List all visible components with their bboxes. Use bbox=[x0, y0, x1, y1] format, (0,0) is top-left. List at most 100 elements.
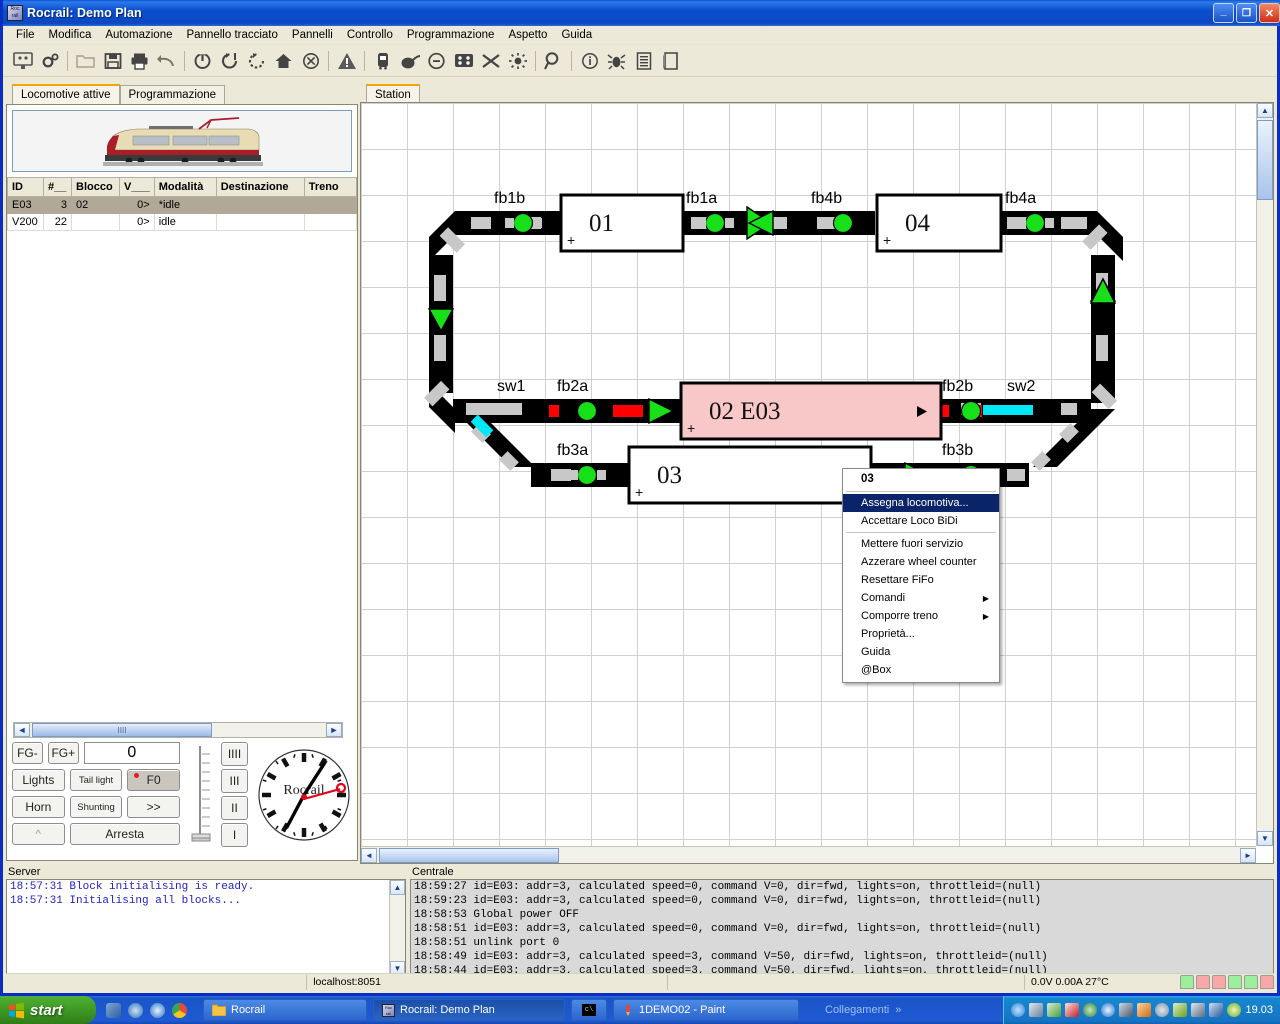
menu-controllo[interactable]: Controllo bbox=[340, 27, 400, 43]
light-bulb-icon[interactable] bbox=[504, 48, 531, 74]
ctx-resettare-fifo[interactable]: Resettare FiFo bbox=[843, 571, 999, 589]
speed-slider[interactable] bbox=[188, 742, 213, 850]
print-icon[interactable] bbox=[126, 48, 153, 74]
antivirus-icon[interactable] bbox=[1065, 1003, 1080, 1017]
ctx-at-box[interactable]: @Box bbox=[843, 661, 999, 679]
up-button[interactable]: ^ bbox=[12, 823, 65, 845]
gears-icon[interactable] bbox=[36, 48, 63, 74]
table-row[interactable]: V200 22 0> idle bbox=[7, 213, 358, 231]
shunting-button[interactable]: Shunting bbox=[69, 796, 123, 818]
media-player-icon[interactable] bbox=[106, 1002, 121, 1018]
tab-station[interactable]: Station bbox=[366, 84, 420, 104]
windows-media-icon[interactable] bbox=[128, 1002, 143, 1018]
hscroll-thumb[interactable] bbox=[379, 847, 559, 863]
tail-light-button[interactable]: Tail light bbox=[69, 769, 123, 791]
menu-pannello-tracciato[interactable]: Pannello tracciato bbox=[179, 27, 284, 43]
open-folder-icon[interactable] bbox=[72, 48, 99, 74]
blocks-icon[interactable] bbox=[450, 48, 477, 74]
pen-icon[interactable] bbox=[1173, 1003, 1188, 1017]
ctx-comandi[interactable]: Comandi ▶ bbox=[843, 589, 999, 607]
save-icon[interactable] bbox=[99, 48, 126, 74]
speed-display[interactable]: 0 bbox=[83, 742, 180, 764]
lights-button[interactable]: Lights bbox=[12, 769, 65, 791]
volume-icon[interactable] bbox=[1137, 1003, 1152, 1017]
ctx-assegna-locomotiva[interactable]: Assegna locomotiva... bbox=[843, 494, 999, 512]
minimize-button[interactable]: _ bbox=[1213, 3, 1234, 23]
ctx-guida[interactable]: Guida bbox=[843, 643, 999, 661]
monitor-icon[interactable] bbox=[1209, 1003, 1224, 1017]
tool-icon[interactable] bbox=[1029, 1003, 1044, 1017]
loop-run-icon[interactable] bbox=[216, 48, 243, 74]
internet-explorer-icon[interactable] bbox=[150, 1002, 165, 1018]
speed-step-1[interactable]: I bbox=[221, 823, 248, 847]
table-row[interactable]: E03 3 02 0> *idle bbox=[7, 196, 358, 214]
scroll-right-icon[interactable]: ► bbox=[1240, 847, 1256, 863]
menu-file[interactable]: File bbox=[9, 27, 42, 43]
scroll-up-icon[interactable]: ▲ bbox=[1257, 103, 1273, 118]
list-icon[interactable] bbox=[630, 48, 657, 74]
ctx-comporre-treno[interactable]: Comporre treno ▶ bbox=[843, 607, 999, 625]
menu-aspetto[interactable]: Aspetto bbox=[501, 27, 554, 43]
fg-minus-button[interactable]: FG- bbox=[12, 742, 43, 764]
speed-dial-icon[interactable] bbox=[423, 48, 450, 74]
col-v[interactable]: V___ bbox=[119, 177, 155, 197]
scroll-up-icon[interactable]: ▲ bbox=[390, 880, 405, 895]
ctx-mettere-fuori-servizio[interactable]: Mettere fuori servizio bbox=[843, 535, 999, 553]
train-icon[interactable] bbox=[369, 48, 396, 74]
start-button[interactable]: start bbox=[0, 996, 96, 1024]
col-treno[interactable]: Treno bbox=[303, 177, 358, 197]
magnifier-icon[interactable] bbox=[1011, 1003, 1026, 1017]
ctx-accettare-loco-bidi[interactable]: Accettare Loco BiDi bbox=[843, 512, 999, 530]
loop-stop-icon[interactable] bbox=[243, 48, 270, 74]
cancel-icon[interactable] bbox=[297, 48, 324, 74]
power-icon[interactable] bbox=[189, 48, 216, 74]
links-toolbar[interactable]: Collegamenti » bbox=[825, 1004, 901, 1016]
ctx-proprieta[interactable]: Proprietà... bbox=[843, 625, 999, 643]
direction-forward-button[interactable]: >> bbox=[127, 796, 181, 818]
undo-icon[interactable] bbox=[153, 48, 180, 74]
warning-icon[interactable] bbox=[333, 48, 360, 74]
taskbar-item-rocrail-demo-plan[interactable]: Roc rail Rocrail: Demo Plan bbox=[373, 999, 565, 1021]
sync-icon[interactable] bbox=[1101, 1003, 1116, 1017]
central-log-area[interactable]: 18:59:27 id=E03: addr=3, calculated spee… bbox=[410, 879, 1274, 977]
disc-icon[interactable] bbox=[1155, 1003, 1170, 1017]
col-destinazione[interactable]: Destinazione bbox=[215, 177, 305, 197]
shuffle-icon[interactable] bbox=[477, 48, 504, 74]
taskbar-item-paint[interactable]: 1DEMO02 - Paint bbox=[613, 999, 799, 1021]
clock[interactable]: 19.03 bbox=[1245, 1004, 1273, 1016]
mouse-icon[interactable] bbox=[396, 48, 423, 74]
server-log-scrollbar[interactable]: ▲ ▼ bbox=[389, 880, 405, 976]
menu-modifica[interactable]: Modifica bbox=[42, 27, 99, 43]
magnifier-icon[interactable] bbox=[540, 48, 567, 74]
f0-button[interactable]: F0 bbox=[127, 769, 181, 791]
chrome-icon[interactable] bbox=[172, 1002, 187, 1018]
track-plan-canvas[interactable]: 01 + 04 + 02 E03 + 03 + fb1b fb1a fb4b f… bbox=[361, 103, 1256, 846]
net-icon[interactable] bbox=[1083, 1003, 1098, 1017]
taskbar-item-console[interactable]: c\ bbox=[571, 999, 607, 1021]
scroll-right-icon[interactable]: ► bbox=[326, 723, 342, 737]
hscroll-thumb[interactable]: IIII bbox=[32, 723, 212, 737]
speed-step-2[interactable]: II bbox=[221, 796, 248, 820]
menu-automazione[interactable]: Automazione bbox=[98, 27, 179, 43]
ctx-azzerare-wheel-counter[interactable]: Azzerare wheel counter bbox=[843, 553, 999, 571]
close-button[interactable]: ✕ bbox=[1259, 3, 1280, 23]
menu-guida[interactable]: Guida bbox=[554, 27, 599, 43]
col-num[interactable]: #__ bbox=[43, 177, 72, 197]
bug-icon[interactable] bbox=[603, 48, 630, 74]
col-id[interactable]: ID bbox=[7, 177, 44, 197]
locomotive-list-hscrollbar[interactable]: ◄ IIII ► bbox=[13, 722, 343, 738]
network-icon[interactable] bbox=[1119, 1003, 1134, 1017]
monitor-icon[interactable] bbox=[9, 48, 36, 74]
col-modalita[interactable]: Modalità bbox=[153, 177, 217, 197]
horn-button[interactable]: Horn bbox=[12, 796, 65, 818]
scroll-down-icon[interactable]: ▼ bbox=[1257, 831, 1273, 846]
speed-step-4[interactable]: IIII bbox=[221, 742, 248, 766]
plug-icon[interactable] bbox=[1191, 1003, 1206, 1017]
book-icon[interactable] bbox=[657, 48, 684, 74]
chevron-right-icon[interactable]: » bbox=[895, 1004, 901, 1016]
locomotive-table[interactable]: ID #__ Blocco V___ Modalità Destinazione… bbox=[7, 177, 358, 231]
speed-step-3[interactable]: III bbox=[221, 769, 248, 793]
taskbar-item-rocrail-folder[interactable]: Rocrail bbox=[203, 999, 367, 1021]
tab-programmazione[interactable]: Programmazione bbox=[119, 85, 226, 104]
fg-plus-button[interactable]: FG+ bbox=[47, 742, 79, 764]
